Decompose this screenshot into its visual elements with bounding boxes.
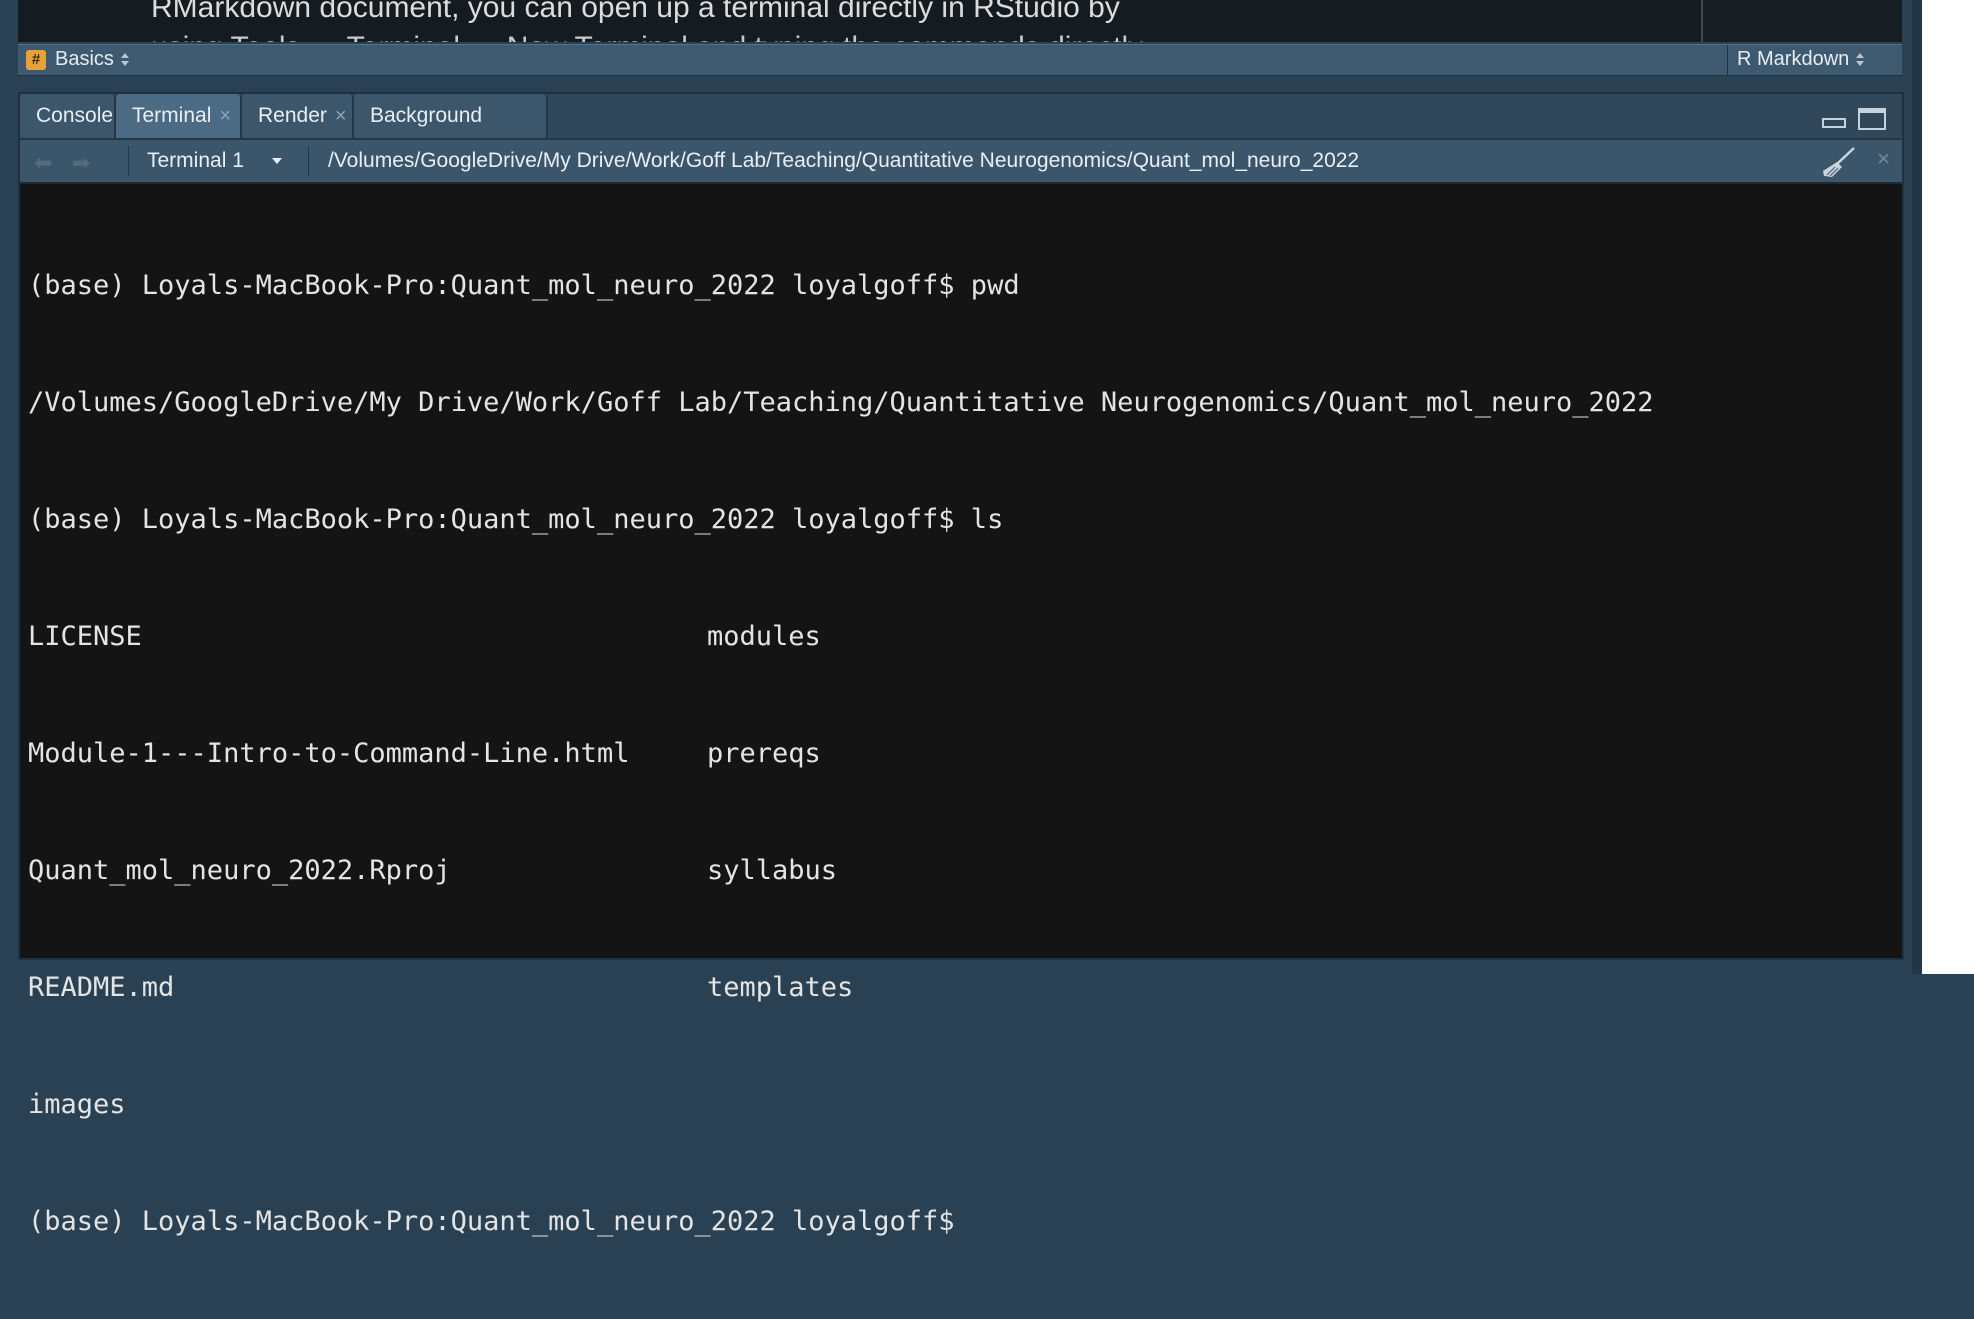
editor-pane[interactable]: RMarkdown document, you can open up a te…: [18, 0, 1902, 42]
window-edge: [1912, 0, 1922, 974]
ls-entry: prereqs: [707, 738, 821, 769]
minimize-pane-icon[interactable]: [1822, 118, 1846, 128]
close-icon[interactable]: ×: [335, 105, 347, 127]
terminal-line: (base) Loyals-MacBook-Pro:Quant_mol_neur…: [28, 504, 1004, 535]
terminal-output[interactable]: (base) Loyals-MacBook-Pro:Quant_mol_neur…: [28, 188, 1894, 1237]
editor-side-area: [1703, 0, 1902, 42]
terminal-toolbar: ⬅ ➡ Terminal 1 /Volumes/GoogleDrive/My D…: [20, 140, 1902, 184]
tab-background-jobs[interactable]: Background Jobs×: [354, 94, 548, 171]
section-label: Basics: [55, 48, 114, 70]
tab-console[interactable]: Console: [20, 94, 116, 138]
document-type-label: R Markdown: [1737, 48, 1850, 70]
editor-status-bar: # Basics R Markdown: [18, 44, 1902, 76]
section-selector[interactable]: Basics: [55, 48, 130, 71]
broom-clear-icon[interactable]: [1820, 146, 1856, 178]
chevron-down-icon[interactable]: [272, 158, 282, 164]
status-divider: [1727, 45, 1728, 75]
ls-entry: LICENSE: [28, 621, 142, 652]
close-terminal-icon[interactable]: ×: [1877, 146, 1890, 172]
terminal-line: /Volumes/GoogleDrive/My Drive/Work/Goff …: [28, 387, 1654, 418]
editor-text-line: using Tools → Terminal → New Terminal an…: [151, 28, 1143, 42]
ls-entry: images: [28, 1089, 126, 1120]
tab-label: Render: [258, 104, 327, 127]
tab-label: Terminal: [132, 104, 212, 127]
terminal-prompt[interactable]: (base) Loyals-MacBook-Pro:Quant_mol_neur…: [28, 1202, 1894, 1241]
terminal-line: (base) Loyals-MacBook-Pro:Quant_mol_neur…: [28, 270, 1020, 301]
toolbar-divider: [128, 146, 129, 176]
tab-label: Console: [36, 104, 114, 127]
updown-chevron-icon: [120, 52, 130, 68]
tab-render[interactable]: Render ×: [242, 94, 354, 138]
toolbar-divider: [308, 146, 309, 176]
editor-text-line: RMarkdown document, you can open up a te…: [151, 0, 1120, 24]
ls-entry: Module-1---Intro-to-Command-Line.html: [28, 738, 630, 769]
terminal-selector[interactable]: Terminal 1: [147, 149, 244, 173]
background-window: [1922, 0, 1974, 974]
section-hash-icon: #: [26, 50, 46, 70]
console-pane: Console Terminal × Render × Background Job…: [18, 92, 1904, 1237]
tab-terminal[interactable]: Terminal ×: [116, 94, 242, 138]
ls-entry: Quant_mol_neuro_2022.Rproj: [28, 855, 451, 886]
working-directory-path: /Volumes/GoogleDrive/My Drive/Work/Goff …: [328, 149, 1360, 172]
maximize-pane-icon[interactable]: [1858, 108, 1886, 130]
forward-arrow-icon[interactable]: ➡: [72, 150, 90, 176]
ls-entry: README.md: [28, 972, 175, 1003]
ls-entry: modules: [707, 621, 821, 652]
ls-row: Module-1---Intro-to-Command-Line.html pre…: [28, 734, 1894, 773]
ls-entry: syllabus: [707, 855, 838, 886]
ls-row: LICENSE modules: [28, 617, 1894, 656]
back-arrow-icon[interactable]: ⬅: [34, 150, 52, 176]
document-type-selector[interactable]: R Markdown: [1737, 48, 1865, 71]
close-icon[interactable]: ×: [219, 105, 231, 127]
ls-row: images: [28, 1085, 1894, 1124]
ls-row: Quant_mol_neuro_2022.Rproj syllabus: [28, 851, 1894, 890]
updown-chevron-icon: [1855, 52, 1865, 68]
pane-tab-bar: Console Terminal × Render × Background Job…: [20, 94, 1902, 171]
